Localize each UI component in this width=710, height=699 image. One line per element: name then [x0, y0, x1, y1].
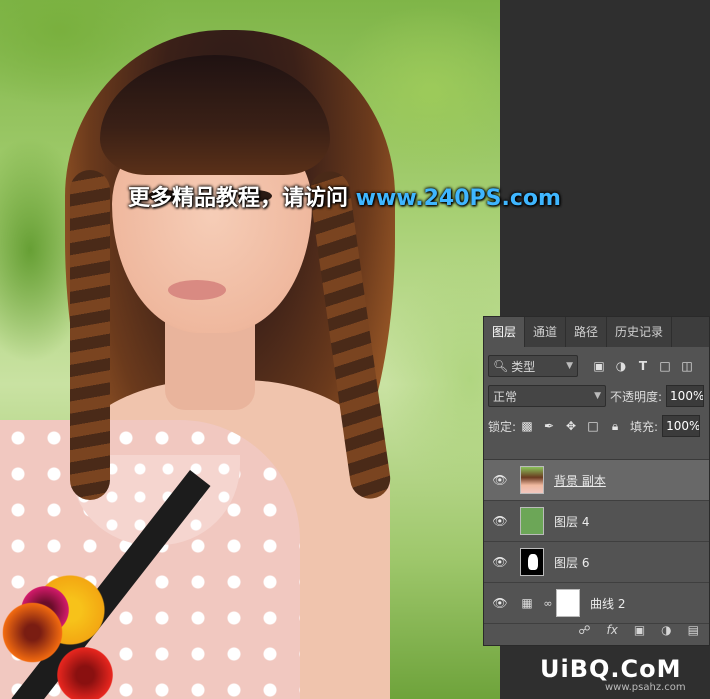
layer-name: 背景 副本	[554, 473, 606, 488]
lock-artboard-icon[interactable]: □	[586, 419, 600, 434]
layer-filter-select[interactable]: 🔍︎ 类型 ▼	[488, 355, 578, 377]
new-adjustment-icon[interactable]: ◑	[661, 623, 671, 637]
left-braid	[70, 170, 110, 500]
tab-layers[interactable]: 图层	[484, 317, 526, 347]
layer-row[interactable]: 👁︎ ▦ ∞ 曲线 2	[484, 583, 709, 624]
search-icon: 🔍︎	[493, 359, 509, 373]
layer-thumbnail	[520, 466, 544, 494]
site-logo: UiBQ.CoM	[540, 655, 682, 683]
pixel-filter-icon[interactable]: ▣	[592, 359, 606, 373]
chevron-down-icon: ▼	[566, 361, 573, 371]
eye-icon[interactable]: 👁︎	[492, 473, 508, 487]
filter-row: 🔍︎ 类型 ▼ ▣ ◑ T □ ◫	[484, 351, 709, 381]
add-mask-icon[interactable]: ▣	[634, 623, 645, 637]
layer-thumbnail	[520, 507, 544, 535]
watermark-text: 更多精品教程，请访问 www.240PS.com	[0, 180, 700, 212]
adjustment-filter-icon[interactable]: ◑	[614, 359, 628, 373]
panel-footer: ☍ fx ▣ ◑ ▤	[578, 623, 699, 637]
tab-channels[interactable]: 通道	[525, 317, 567, 347]
tab-history[interactable]: 历史记录	[607, 317, 673, 347]
layer-thumbnail	[520, 548, 544, 576]
lock-image-icon[interactable]: ✒	[542, 419, 556, 434]
link-layers-icon[interactable]: ☍	[578, 623, 590, 637]
lock-label: 锁定:	[488, 419, 517, 434]
curves-adjustment-icon: ▦	[521, 596, 533, 610]
lock-all-icon[interactable]: 🔒︎	[608, 419, 622, 434]
lock-icons: ▩ ✒ ✥ □ 🔒︎	[520, 419, 622, 434]
panel-tabs: 图层 通道 路径 历史记录	[484, 317, 709, 347]
opacity-input[interactable]: 100%	[666, 385, 705, 407]
layer-row[interactable]: 👁︎ 图层 6	[484, 542, 709, 583]
filter-label: 类型	[511, 359, 536, 374]
smart-object-filter-icon[interactable]: ◫	[680, 359, 694, 373]
filter-icons: ▣ ◑ T □ ◫	[592, 359, 694, 373]
layer-name: 图层 6	[554, 555, 590, 570]
watermark-cn: 更多精品教程，请访问	[128, 186, 356, 211]
blend-row: 正常 ▼ 不透明度: 100%	[484, 381, 709, 411]
fill-label: 填充:	[630, 419, 659, 434]
opacity-label: 不透明度:	[610, 389, 663, 404]
lock-row: 锁定: ▩ ✒ ✥ □ 🔒︎ 填充: 100%	[484, 411, 709, 441]
layer-name: 图层 4	[554, 514, 590, 529]
blend-mode-value: 正常	[493, 389, 518, 404]
layer-list: 👁︎ 背景 副本 👁︎ 图层 4 👁︎ 图层 6 👁︎ ▦ ∞ 曲线 2	[484, 459, 709, 624]
layer-row[interactable]: 👁︎ 图层 4	[484, 501, 709, 542]
lock-transparent-icon[interactable]: ▩	[520, 419, 534, 434]
blend-mode-select[interactable]: 正常 ▼	[488, 385, 606, 407]
new-group-icon[interactable]: ▤	[688, 623, 699, 637]
lock-position-icon[interactable]: ✥	[564, 419, 578, 434]
layers-panel: 图层 通道 路径 历史记录 🔍︎ 类型 ▼ ▣ ◑ T □ ◫ 正常 ▼ 不透明…	[483, 316, 710, 646]
layer-mask-thumbnail	[556, 589, 580, 617]
link-icon: ∞	[543, 596, 553, 610]
fx-icon[interactable]: fx	[607, 623, 618, 637]
lips	[168, 280, 226, 300]
tab-paths[interactable]: 路径	[566, 317, 608, 347]
photo-canvas[interactable]	[0, 0, 500, 699]
fill-input[interactable]: 100%	[662, 415, 701, 437]
layer-name: 曲线 2	[590, 596, 626, 611]
chevron-down-icon: ▼	[594, 391, 601, 401]
eye-icon[interactable]: 👁︎	[492, 555, 508, 569]
layer-row[interactable]: 👁︎ 背景 副本	[484, 460, 709, 501]
shape-filter-icon[interactable]: □	[658, 359, 672, 373]
eye-icon[interactable]: 👁︎	[492, 596, 508, 610]
site-logo-sub: www.psahz.com	[605, 682, 686, 693]
type-filter-icon[interactable]: T	[636, 359, 650, 373]
watermark-url: www.240PS.com	[355, 186, 561, 211]
eye-icon[interactable]: 👁︎	[492, 514, 508, 528]
